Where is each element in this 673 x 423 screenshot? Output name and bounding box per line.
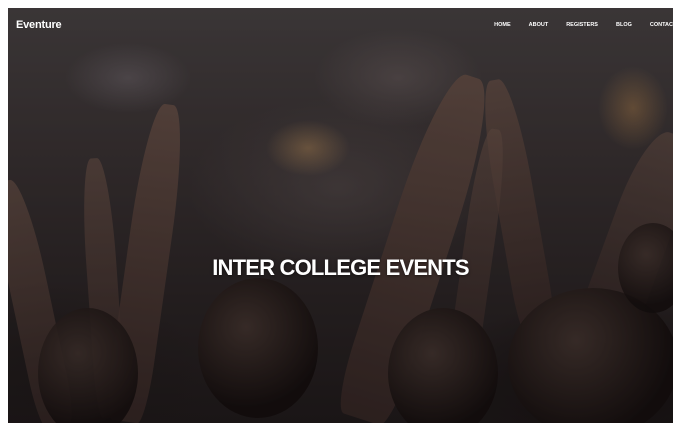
nav-link-about[interactable]: ABOUT: [529, 22, 549, 28]
brand-logo[interactable]: Eventure: [16, 19, 62, 31]
nav-link-home[interactable]: HOME: [494, 22, 511, 28]
nav-menu: HOME ABOUT REGISTERS BLOG CONTAC: [476, 22, 673, 28]
nav-link-contact[interactable]: CONTAC: [650, 22, 673, 28]
navbar: Eventure HOME ABOUT REGISTERS BLOG CONTA…: [8, 8, 673, 42]
nav-link-registers[interactable]: REGISTERS: [566, 22, 598, 28]
page: Eventure HOME ABOUT REGISTERS BLOG CONTA…: [8, 8, 673, 423]
nav-link-blog[interactable]: BLOG: [616, 22, 632, 28]
hero-overlay: [8, 8, 673, 423]
hero-title: INTER COLLEGE EVENTS: [212, 255, 469, 280]
